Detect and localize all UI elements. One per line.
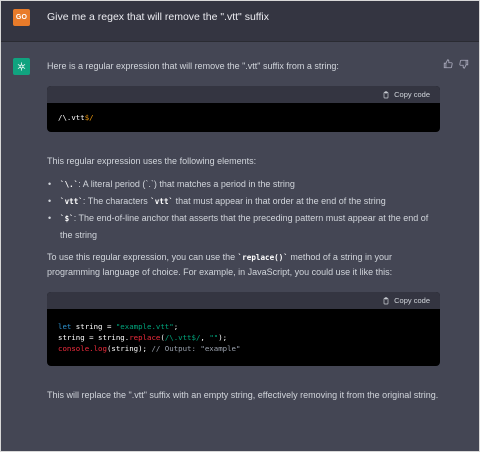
- inline-code: `vtt`: [150, 197, 174, 206]
- code-string: "": [209, 333, 219, 342]
- inline-code: `replace()`: [237, 253, 288, 262]
- usage-text-before: To use this regular expression, you can …: [47, 252, 238, 262]
- code-text: (string);: [106, 344, 152, 353]
- regex-code: /\.vtt$/: [47, 103, 440, 132]
- openai-logo-icon: [17, 62, 26, 71]
- code-text: );: [218, 333, 228, 342]
- clipboard-icon: [383, 296, 389, 304]
- code-text: ,: [200, 333, 210, 342]
- elements-list: `\.`: A literal period (`.`) that matche…: [47, 176, 440, 243]
- feedback-buttons: [443, 59, 469, 69]
- list-item-text: that must appear in that order at the en…: [173, 196, 386, 206]
- user-avatar: GO: [13, 9, 30, 26]
- elements-intro: This regular expression uses the followi…: [47, 156, 257, 166]
- code-text: ;: [173, 322, 179, 331]
- list-item-text: : The characters: [82, 196, 151, 206]
- javascript-code-block: Copy code let string = "example.vtt"; st…: [47, 292, 440, 366]
- copy-code-label: Copy code: [394, 90, 430, 99]
- list-item-text: : A literal period (`.`) that matches a …: [78, 179, 295, 189]
- regex-code-block: Copy code /\.vtt$/: [47, 86, 440, 132]
- code-text: string =: [71, 322, 116, 331]
- code-comment: // Output: "example": [151, 344, 241, 353]
- code-string: "example.vtt": [115, 322, 174, 331]
- copy-code-button[interactable]: Copy code: [382, 90, 430, 99]
- thumbs-up-icon[interactable]: [443, 59, 453, 69]
- code-function: console.log: [58, 344, 107, 353]
- copy-code-label: Copy code: [394, 296, 430, 305]
- assistant-message: Here is a regular expression that will r…: [47, 59, 440, 403]
- list-item-text: : The end-of-line anchor that asserts th…: [60, 213, 429, 240]
- list-item: `\.`: A literal period (`.`) that matche…: [47, 176, 440, 193]
- user-message-text: Give me a regex that will remove the ".v…: [47, 11, 270, 23]
- code-header: Copy code: [47, 292, 440, 309]
- code-regex: /\.vtt$/: [164, 333, 201, 342]
- copy-code-button[interactable]: Copy code: [382, 296, 430, 305]
- code-function: replace: [129, 333, 161, 342]
- code-header: Copy code: [47, 86, 440, 103]
- assistant-avatar: [13, 58, 30, 75]
- clipboard-icon: [383, 90, 389, 98]
- list-item: `vtt`: The characters `vtt` that must ap…: [47, 193, 440, 210]
- code-text: string = string.: [58, 333, 130, 342]
- inline-code: `\.`: [60, 180, 79, 189]
- inline-code: `vtt`: [60, 197, 83, 206]
- inline-code: `$`: [60, 214, 74, 223]
- closing-text: This will replace the ".vtt" suffix with…: [47, 390, 439, 400]
- regex-prefix: /\.vtt: [58, 113, 85, 122]
- user-message-row: GO Give me a regex that will remove the …: [1, 1, 479, 42]
- usage-text: To use this regular expression, you can …: [47, 250, 440, 280]
- code-keyword: let: [58, 322, 72, 331]
- javascript-code: let string = "example.vtt"; string = str…: [47, 309, 440, 366]
- regex-suffix: $/: [84, 113, 94, 122]
- intro-text: Here is a regular expression that will r…: [47, 61, 339, 71]
- thumbs-down-icon[interactable]: [459, 59, 469, 69]
- list-item: `$`: The end-of-line anchor that asserts…: [47, 210, 440, 243]
